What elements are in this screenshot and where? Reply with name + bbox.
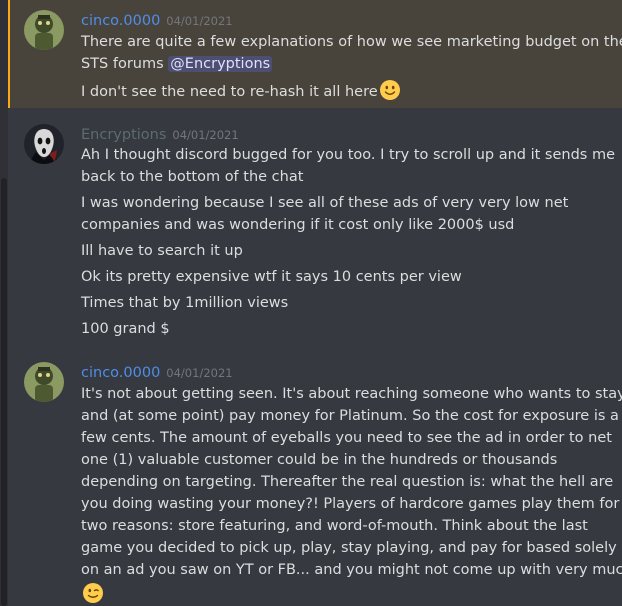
message-text: and (at some point) pay money for Platin… bbox=[81, 408, 619, 424]
user-avatar-icon bbox=[24, 10, 64, 50]
message-text bbox=[81, 582, 612, 606]
message-timestamp: 04/01/2021 bbox=[172, 128, 239, 142]
username[interactable]: Encryptions bbox=[81, 127, 166, 143]
slightly-smiling-face-emoji[interactable] bbox=[379, 79, 401, 101]
message-text: depending on targeting. Thereafter the r… bbox=[81, 474, 614, 490]
message-text: you doing wasting your money?! Players o… bbox=[81, 496, 620, 512]
message-text: There are quite a few explanations of ho… bbox=[81, 34, 622, 50]
message-text: STS forums @Encryptions bbox=[81, 56, 273, 72]
message-text: I don't see the need to re-hash it all h… bbox=[81, 79, 612, 103]
message-text: two reasons: store featuring, and word-o… bbox=[81, 518, 588, 534]
message-text: It's not about getting seen. It's about … bbox=[81, 386, 622, 402]
message-group: cinco.0000 04/01/2021 It's not about gett… bbox=[8, 356, 622, 606]
username[interactable]: cinco.0000 bbox=[81, 365, 160, 381]
message-text: Ah I thought discord bugged for you too.… bbox=[81, 147, 615, 163]
avatar[interactable] bbox=[24, 124, 64, 164]
user-avatar-icon bbox=[24, 362, 64, 402]
message-text: few cents. The amount of eyeballs you ne… bbox=[81, 430, 612, 446]
message-text: Ill have to search it up bbox=[81, 243, 243, 259]
message-text: I was wondering because I see all of the… bbox=[81, 195, 569, 211]
message-text: game you decided to pick up, play, stay … bbox=[81, 540, 617, 556]
avatar[interactable] bbox=[24, 10, 64, 50]
username[interactable]: cinco.0000 bbox=[81, 13, 160, 29]
message-text: one (1) valuable customer could be in th… bbox=[81, 452, 558, 468]
winking-face-emoji[interactable] bbox=[82, 582, 104, 604]
scrollbar-track[interactable] bbox=[0, 0, 8, 606]
message-text: Times that by 1million views bbox=[81, 295, 289, 311]
message-text: Ok its pretty expensive wtf it says 10 c… bbox=[81, 269, 462, 285]
user-mention[interactable]: @Encryptions bbox=[168, 56, 273, 72]
message-text: 100 grand $ bbox=[81, 321, 170, 337]
message-group: cinco.0000 04/01/2021 There are quite a f… bbox=[8, 0, 622, 108]
message-timestamp: 04/01/2021 bbox=[166, 366, 233, 380]
message-group: Encryptions 04/01/2021 Ah I thought disco… bbox=[8, 118, 622, 348]
chat-message-list[interactable]: cinco.0000 04/01/2021 There are quite a f… bbox=[0, 0, 622, 606]
message-text: on an ad you saw on YT or FB... and you … bbox=[81, 562, 622, 578]
message-text: back to the bottom of the chat bbox=[81, 169, 304, 185]
user-avatar-icon bbox=[24, 124, 64, 164]
avatar[interactable] bbox=[24, 362, 64, 402]
message-timestamp: 04/01/2021 bbox=[166, 14, 233, 28]
message-text: companies and was wondering if it cost o… bbox=[81, 217, 515, 233]
scrollbar-thumb[interactable] bbox=[1, 178, 7, 606]
